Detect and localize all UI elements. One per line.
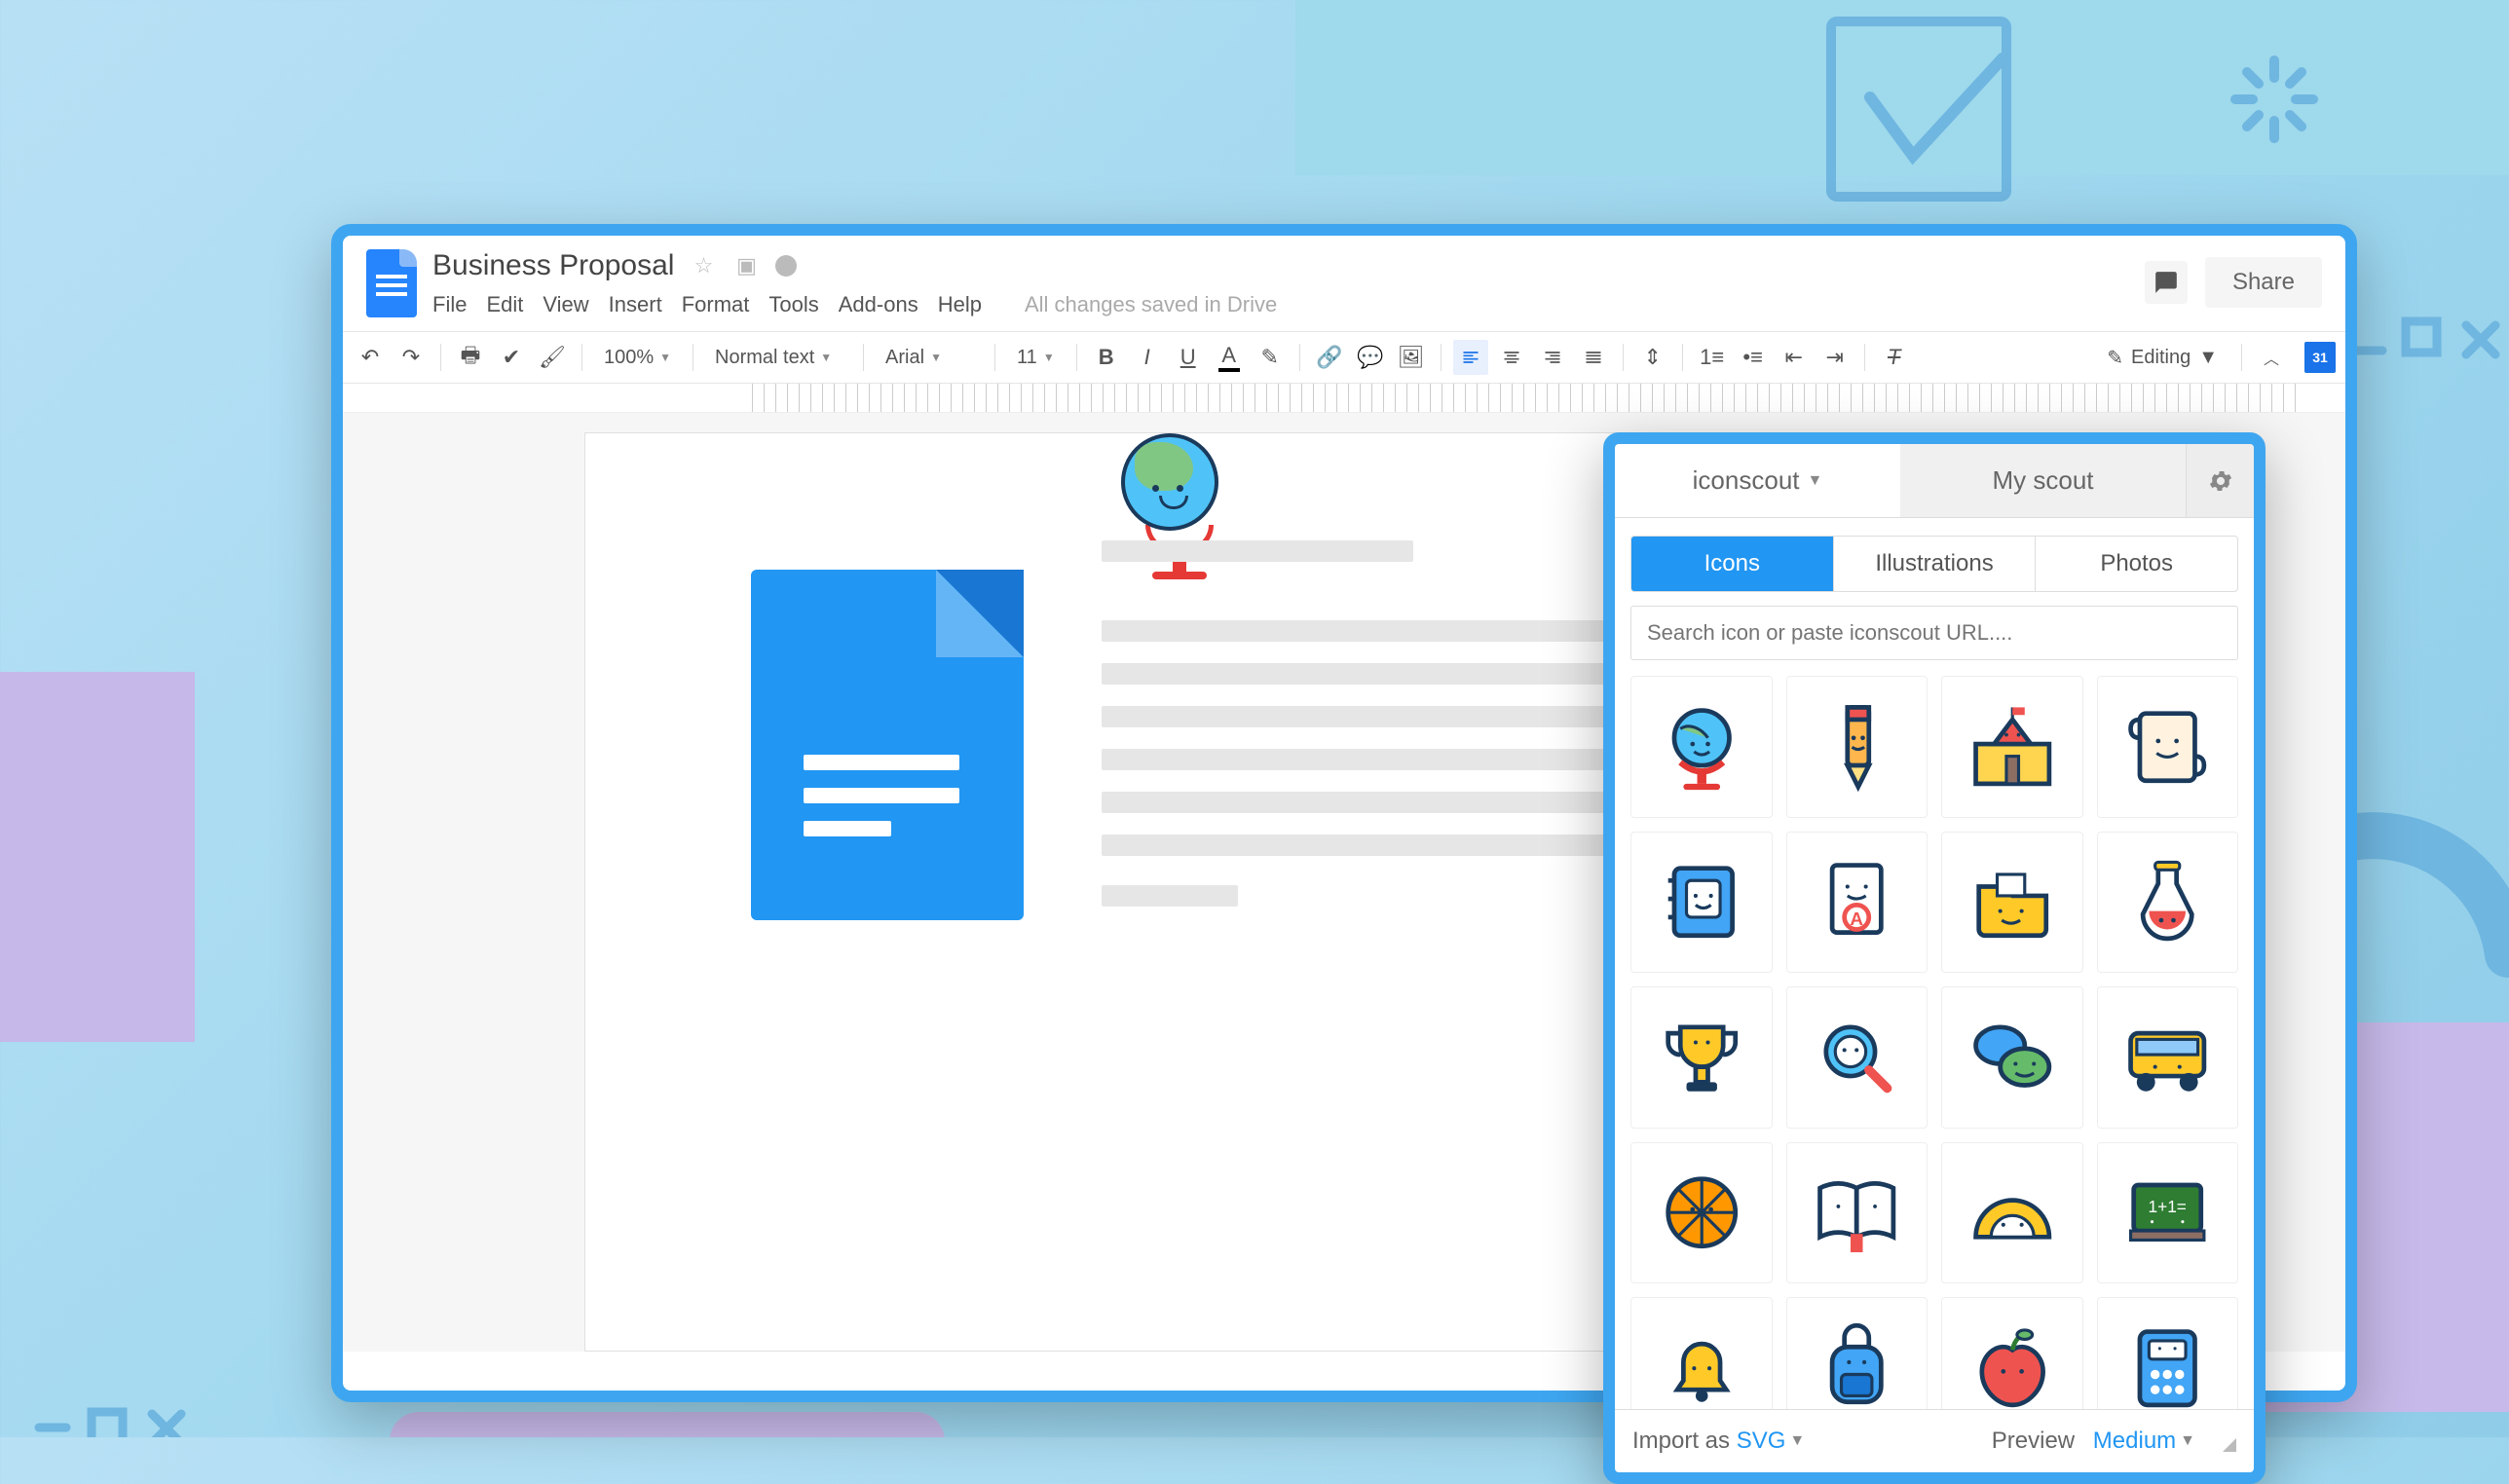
tab-photos[interactable]: Photos xyxy=(2036,537,2237,591)
share-button[interactable]: Share xyxy=(2205,257,2322,308)
resize-grip-icon[interactable] xyxy=(2215,1430,2236,1452)
move-folder-icon[interactable]: ▣ xyxy=(732,252,760,279)
zoom-select[interactable]: 100%▼ xyxy=(594,347,681,369)
backpack-icon[interactable] xyxy=(1786,1297,1929,1409)
tab-icons[interactable]: Icons xyxy=(1631,537,1834,591)
editing-mode-select[interactable]: ✎ Editing ▼ xyxy=(2095,342,2229,374)
collapse-toolbar-icon[interactable]: ︿ xyxy=(2254,340,2289,375)
redo-icon[interactable]: ↷ xyxy=(393,340,429,375)
menu-tools[interactable]: Tools xyxy=(768,292,818,317)
font-size-select[interactable]: 11▼ xyxy=(1007,347,1065,369)
star-icon[interactable]: ☆ xyxy=(690,252,717,279)
apple-icon[interactable] xyxy=(1941,1297,2083,1409)
globe-earth-icon[interactable] xyxy=(1630,676,1773,818)
preview-label: Preview xyxy=(1992,1428,2075,1455)
panel-footer: Import as SVG ▼ Preview Medium ▼ xyxy=(1615,1409,2254,1472)
menu-format[interactable]: Format xyxy=(682,292,750,317)
bold-icon[interactable]: B xyxy=(1089,340,1124,375)
calendar-sidebar-icon[interactable]: 31 xyxy=(2304,342,2336,373)
line-spacing-icon[interactable]: ⇕ xyxy=(1635,340,1670,375)
import-label: Import as xyxy=(1632,1428,1730,1455)
align-left-icon[interactable] xyxy=(1453,340,1488,375)
basketball-icon[interactable] xyxy=(1630,1142,1773,1284)
undo-icon[interactable]: ↶ xyxy=(353,340,388,375)
menu-insert[interactable]: Insert xyxy=(609,292,662,317)
flask-icon[interactable] xyxy=(2097,832,2239,974)
highlight-icon[interactable]: ✎ xyxy=(1253,340,1288,375)
preview-size-select[interactable]: Medium ▼ xyxy=(2093,1428,2195,1455)
increase-indent-icon[interactable]: ⇥ xyxy=(1817,340,1853,375)
panel-top-tabs: iconscout▼ My scout xyxy=(1615,444,2254,518)
spellcheck-icon[interactable]: ✔ xyxy=(494,340,529,375)
search-input[interactable] xyxy=(1630,606,2238,660)
doc-title[interactable]: Business Proposal xyxy=(432,249,674,282)
docs-logo-icon[interactable] xyxy=(366,249,417,317)
exam-paper-icon[interactable]: A xyxy=(1786,832,1929,974)
save-status: All changes saved in Drive xyxy=(1025,292,1277,317)
bulleted-list-icon[interactable]: •≡ xyxy=(1736,340,1771,375)
chalkboard-icon[interactable]: 1+1= xyxy=(2097,1142,2239,1284)
link-icon[interactable]: 🔗 xyxy=(1312,340,1347,375)
svg-text:A: A xyxy=(1850,909,1863,929)
school-bus-icon[interactable] xyxy=(2097,986,2239,1129)
clear-format-icon[interactable]: T xyxy=(1877,340,1912,375)
italic-icon[interactable]: I xyxy=(1130,340,1165,375)
protractor-icon[interactable] xyxy=(1941,1142,2083,1284)
align-right-icon[interactable] xyxy=(1535,340,1570,375)
comments-icon[interactable] xyxy=(2145,261,2188,304)
pencil-icon: ✎ xyxy=(2107,346,2123,370)
decrease-indent-icon[interactable]: ⇤ xyxy=(1777,340,1812,375)
iconscout-panel: iconscout▼ My scout Icons Illustrations … xyxy=(1603,432,2266,1484)
menu-help[interactable]: Help xyxy=(938,292,982,317)
underline-icon[interactable]: U xyxy=(1171,340,1206,375)
tab-my-scout[interactable]: My scout xyxy=(1900,444,2186,517)
magnifier-icon[interactable] xyxy=(1786,986,1929,1129)
font-select[interactable]: Arial▼ xyxy=(876,347,983,369)
numbered-list-icon[interactable]: 1≡ xyxy=(1695,340,1730,375)
docs-header: Business Proposal ☆ ▣ File Edit View Ins… xyxy=(343,236,2345,317)
paint-format-icon[interactable]: 🖌 xyxy=(535,340,570,375)
menu-view[interactable]: View xyxy=(543,292,588,317)
ruler[interactable] xyxy=(343,384,2345,413)
svg-text:1+1=: 1+1= xyxy=(2149,1197,2187,1216)
bell-icon[interactable] xyxy=(1630,1297,1773,1409)
cloud-status-icon[interactable] xyxy=(775,255,797,277)
pencil-icon[interactable] xyxy=(1786,676,1929,818)
text-color-icon[interactable]: A xyxy=(1212,340,1247,375)
import-format-select[interactable]: SVG ▼ xyxy=(1737,1428,1806,1455)
menu-bar: File Edit View Insert Format Tools Add-o… xyxy=(432,292,2129,317)
docs-toolbar: ↶ ↷ 🖶 ✔ 🖌 100%▼ Normal text▼ Arial▼ 11▼ … xyxy=(343,331,2345,384)
notebook-icon[interactable] xyxy=(1630,832,1773,974)
asset-type-tabs: Icons Illustrations Photos xyxy=(1630,536,2238,592)
image-icon[interactable]: 🖼 xyxy=(1394,340,1429,375)
tab-iconscout[interactable]: iconscout▼ xyxy=(1615,444,1900,517)
school-building-icon[interactable] xyxy=(1941,676,2083,818)
comment-insert-icon[interactable]: 💬 xyxy=(1353,340,1388,375)
open-book-icon[interactable] xyxy=(1786,1142,1929,1284)
settings-gear-icon[interactable] xyxy=(2186,444,2254,517)
trophy-icon[interactable] xyxy=(1630,986,1773,1129)
folder-icon[interactable] xyxy=(1941,832,2083,974)
chat-bubbles-icon[interactable] xyxy=(1941,986,2083,1129)
menu-edit[interactable]: Edit xyxy=(486,292,523,317)
docs-file-illustration-icon xyxy=(751,570,1043,940)
menu-addons[interactable]: Add-ons xyxy=(839,292,918,317)
tab-illustrations[interactable]: Illustrations xyxy=(1834,537,2037,591)
print-icon[interactable]: 🖶 xyxy=(453,340,488,375)
align-justify-icon[interactable] xyxy=(1576,340,1611,375)
align-center-icon[interactable] xyxy=(1494,340,1529,375)
style-select[interactable]: Normal text▼ xyxy=(705,347,851,369)
calculator-icon[interactable] xyxy=(2097,1297,2239,1409)
menu-file[interactable]: File xyxy=(432,292,467,317)
scroll-certificate-icon[interactable] xyxy=(2097,676,2239,818)
icon-results-grid: A 1+1= xyxy=(1615,676,2254,1409)
